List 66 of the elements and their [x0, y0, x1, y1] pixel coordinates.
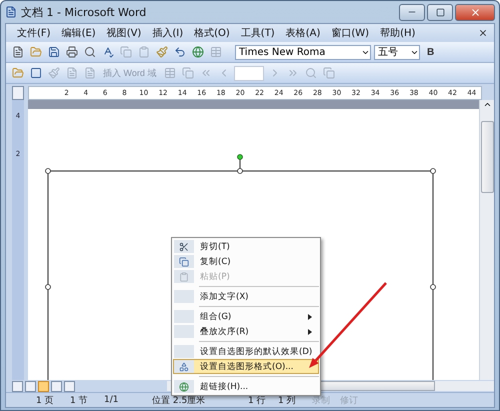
close-icon [470, 6, 480, 18]
menu-item[interactable]: 窗口(W) [326, 26, 374, 40]
font-size-dropdown[interactable]: 五号 [374, 44, 420, 60]
menu-item[interactable]: 格式(O) [189, 26, 235, 40]
vertical-scrollbar[interactable] [479, 100, 494, 380]
font-name-dropdown[interactable]: Times New Roma [235, 44, 371, 60]
save-icon[interactable] [46, 44, 61, 60]
menu-item[interactable]: 剪切(T) [173, 239, 319, 254]
bold-button[interactable]: B [423, 46, 438, 58]
status-item: 1 列 [278, 394, 297, 406]
record-field[interactable] [234, 66, 264, 80]
menu-item[interactable]: 帮助(H) [375, 26, 420, 40]
close-button[interactable] [455, 4, 495, 20]
copy-icon[interactable] [180, 66, 196, 80]
menu-item[interactable]: 工具(T) [236, 26, 280, 40]
window-title: 文档 1 - Microsoft Word [21, 4, 148, 20]
close-document-icon[interactable] [478, 28, 488, 38]
menu-item[interactable]: 文件(F) [12, 26, 56, 40]
maximize-button[interactable] [427, 4, 453, 20]
status-item: 1 节 [70, 394, 89, 406]
globe-icon [179, 382, 189, 392]
view-button[interactable] [25, 380, 36, 392]
view-button[interactable] [12, 380, 23, 392]
scroll-up-icon[interactable] [482, 100, 492, 109]
menu-item[interactable]: 视图(V) [102, 26, 146, 40]
menu-item[interactable]: 编辑(E) [56, 26, 101, 40]
menu-item[interactable]: 复制(C) [173, 254, 319, 269]
tab-selector[interactable] [12, 86, 24, 100]
format-painter-icon[interactable] [154, 44, 169, 60]
scissors-icon [179, 242, 189, 252]
frame-icon[interactable] [28, 66, 43, 80]
menu-item[interactable]: 插入(I) [147, 26, 188, 40]
resize-handle[interactable] [430, 168, 436, 174]
view-button[interactable] [38, 380, 49, 392]
menu-item[interactable]: 设置自选图形格式(O)... [173, 359, 319, 374]
table-icon[interactable] [162, 66, 178, 80]
status-item: 1/1 [104, 395, 120, 405]
resize-handle[interactable] [45, 284, 51, 290]
minimize-button[interactable] [399, 4, 425, 20]
scroll-thumb[interactable] [480, 121, 494, 193]
menu-item[interactable]: 叠放次序(R) [173, 324, 319, 339]
word-document-icon [5, 6, 17, 18]
menu-item[interactable]: 设置自选图形的默认效果(D) [173, 344, 319, 359]
clipboard-icon [179, 272, 189, 282]
printer-icon[interactable] [64, 44, 79, 60]
status-item: 1 页 [36, 394, 55, 406]
status-item: 1 行 [248, 394, 267, 406]
resize-handle[interactable] [45, 168, 51, 174]
print-preview-icon[interactable] [82, 44, 97, 60]
shapes-icon [179, 362, 189, 372]
view-button[interactable] [51, 380, 62, 392]
copy-icon [179, 256, 189, 266]
submenu-arrow-icon [308, 314, 312, 320]
table-icon[interactable] [208, 44, 223, 60]
rotation-handle[interactable] [237, 154, 243, 160]
resize-handle[interactable] [237, 168, 243, 174]
find-icon[interactable] [303, 66, 318, 80]
menu-item[interactable]: 表格(A) [280, 26, 326, 40]
submenu-arrow-icon [308, 329, 312, 335]
menu-item[interactable]: 组合(G) [173, 309, 319, 324]
menu-item[interactable]: 添加文字(X) [173, 289, 319, 304]
hyperlink-icon[interactable] [190, 44, 205, 60]
view-button[interactable] [64, 380, 75, 392]
maximize-icon [436, 8, 444, 16]
status-item: 位置 2.5厘米 [152, 394, 206, 406]
resize-handle[interactable] [430, 284, 436, 290]
